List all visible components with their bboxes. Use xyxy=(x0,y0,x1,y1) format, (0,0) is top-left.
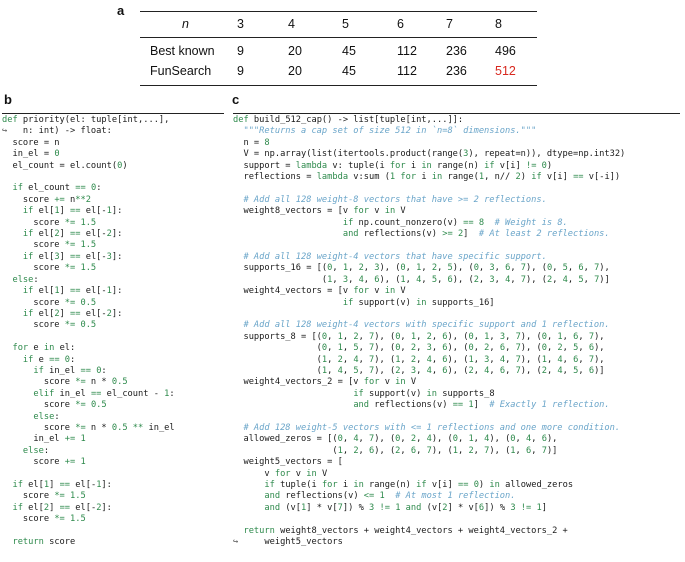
table-cell: 45 xyxy=(342,64,356,78)
table-cell: 9 xyxy=(237,44,244,58)
table-cell: 20 xyxy=(288,44,302,58)
table-row: FunSearch 9 20 45 112 236 512 xyxy=(140,62,537,81)
table-header-row: n 3 4 5 6 7 8 xyxy=(140,15,537,34)
panel-label-a: a xyxy=(117,3,125,18)
header-col: 4 xyxy=(288,17,295,31)
panel-label-b: b xyxy=(4,92,12,107)
table-cell: 20 xyxy=(288,64,302,78)
code-panel-b: def priority(el: tuple[int,...], ↪ n: in… xyxy=(2,113,224,548)
header-col: 5 xyxy=(342,17,349,31)
header-col: 3 xyxy=(237,17,244,31)
panel-label-c: c xyxy=(232,92,240,107)
priority-function-code: def priority(el: tuple[int,...], ↪ n: in… xyxy=(2,115,175,548)
build-cap-function-code: def build_512_cap() -> list[tuple[int,..… xyxy=(233,115,626,548)
highlighted-cell: 512 xyxy=(495,64,516,78)
table-cell: 236 xyxy=(446,44,467,58)
table-row: Best known 9 20 45 112 236 496 xyxy=(140,42,537,61)
header-col: 7 xyxy=(446,17,453,31)
header-col: 8 xyxy=(495,17,502,31)
panel-b-rule xyxy=(2,113,224,114)
table-cell: 45 xyxy=(342,44,356,58)
table-cell: 236 xyxy=(446,64,467,78)
table-mid-rule xyxy=(140,37,537,38)
header-col: 6 xyxy=(397,17,404,31)
table-cell: 112 xyxy=(397,44,417,58)
header-n-label: n xyxy=(182,17,189,31)
row-label: Best known xyxy=(150,44,215,58)
panel-c-rule xyxy=(233,113,680,114)
code-panel-c: def build_512_cap() -> list[tuple[int,..… xyxy=(233,113,680,548)
table-cell: 112 xyxy=(397,64,417,78)
table-bottom-rule xyxy=(140,85,537,86)
table-cell: 9 xyxy=(237,64,244,78)
table-cell: 496 xyxy=(495,44,516,58)
row-label: FunSearch xyxy=(150,64,212,78)
cap-set-size-table: n 3 4 5 6 7 8 Best known 9 20 45 112 236… xyxy=(140,11,537,86)
table-top-rule xyxy=(140,11,537,12)
